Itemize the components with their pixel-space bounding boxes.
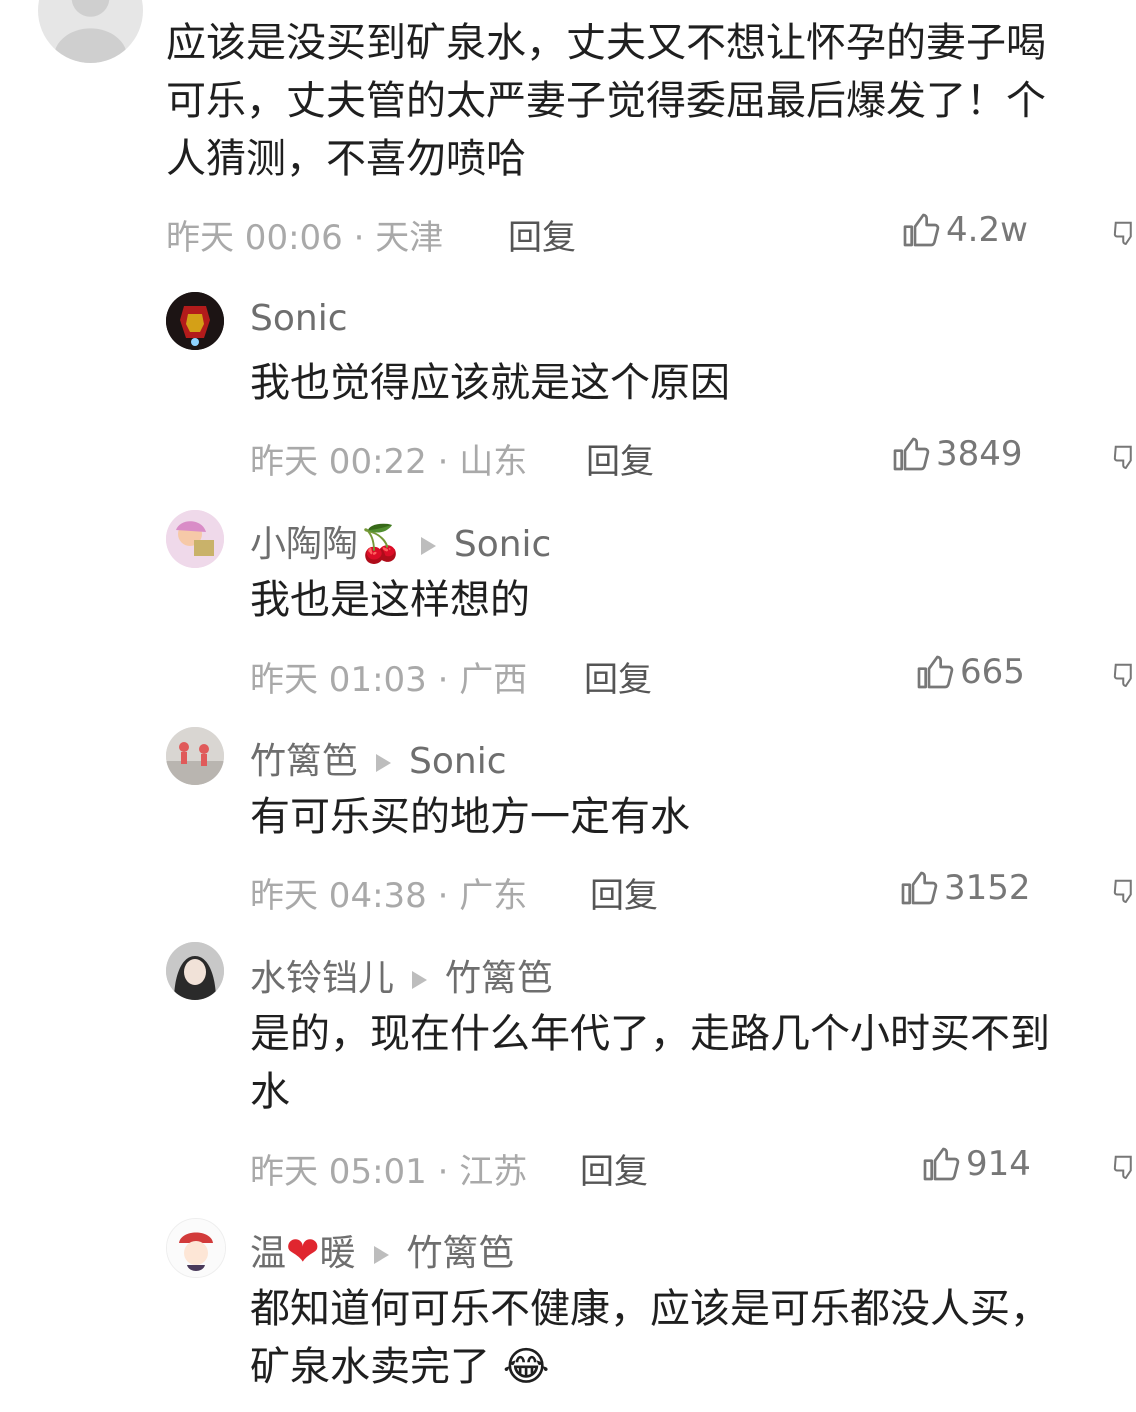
avatar[interactable] — [166, 942, 224, 1000]
like-count: 914 — [966, 1144, 1031, 1184]
reply-button[interactable]: 回复 — [584, 652, 652, 701]
username[interactable]: 温❤暖 竹篱笆 — [250, 1224, 515, 1276]
thumbs-up-icon — [903, 213, 940, 247]
avatar[interactable] — [166, 727, 224, 785]
reply-target[interactable]: Sonic — [454, 524, 552, 565]
username[interactable]: 竹篱笆 Sonic — [250, 732, 507, 784]
reply-to-arrow-icon — [412, 971, 428, 989]
comment-meta: 昨天 05:01 · 江苏 — [250, 1152, 528, 1192]
avatar[interactable] — [166, 1218, 226, 1278]
thumbs-down-icon[interactable] — [1112, 872, 1136, 912]
like-button[interactable]: 4.2w — [900, 210, 1028, 250]
username-text: 小陶陶 — [250, 524, 359, 565]
reply-target[interactable]: Sonic — [409, 741, 507, 782]
comment-text-line: 水 — [250, 1069, 290, 1115]
comment-text-line: 可乐，丈夫管的太严妻子觉得委屈最后爆发了！个 — [166, 78, 1046, 124]
thumbs-up-icon — [917, 655, 954, 689]
reply-to-arrow-icon — [420, 537, 436, 555]
cherry-icon: 🍒 — [358, 524, 403, 565]
comment-text-line: 我也是这样想的 — [250, 577, 530, 623]
comment-meta: 昨天 00:22 · 山东 — [250, 442, 528, 482]
avatar[interactable] — [166, 292, 224, 350]
username-text: 暖 — [319, 1233, 356, 1274]
like-button[interactable]: 914 — [920, 1144, 1031, 1184]
reply-button[interactable]: 回复 — [586, 434, 654, 483]
thumbs-down-icon[interactable] — [1112, 1148, 1136, 1188]
comment-meta: 昨天 00:06 · 天津 — [166, 218, 444, 258]
comment-text-line: 是的，现在什么年代了，走路几个小时买不到 — [250, 1011, 1050, 1057]
like-button[interactable]: 665 — [914, 652, 1025, 692]
comment-text: 矿泉水卖完了 — [250, 1344, 490, 1390]
like-button[interactable]: 3849 — [890, 434, 1023, 474]
thumbs-down-icon[interactable] — [1112, 438, 1136, 478]
avatar[interactable] — [38, 0, 143, 63]
heart-icon: ❤ — [286, 1229, 320, 1275]
thumbs-down-icon[interactable] — [1112, 214, 1136, 254]
avatar[interactable] — [166, 510, 224, 568]
like-count: 3849 — [936, 434, 1023, 474]
username-text: 温 — [250, 1233, 287, 1274]
comment-text-line: 都知道何可乐不健康，应该是可乐都没人买， — [250, 1286, 1050, 1332]
laughing-tears-emoji-icon: 😂 — [502, 1344, 550, 1390]
like-count: 665 — [960, 652, 1025, 692]
comment-meta: 昨天 01:03 · 广西 — [250, 660, 528, 700]
username[interactable]: Sonic — [250, 298, 348, 339]
reply-to-arrow-icon — [373, 1246, 389, 1264]
comment-meta: 昨天 04:38 · 广东 — [250, 876, 528, 916]
comment-text-line: 有可乐买的地方一定有水 — [250, 794, 690, 840]
username[interactable]: 水铃铛儿 竹篱笆 — [250, 949, 553, 1001]
thumbs-up-icon — [923, 1147, 960, 1181]
comment-text-line: 应该是没买到矿泉水，丈夫又不想让怀孕的妻子喝 — [166, 20, 1046, 66]
reply-to-arrow-icon — [376, 754, 392, 772]
username-text: 竹篱笆 — [250, 741, 359, 782]
like-button[interactable]: 3152 — [898, 868, 1031, 908]
username-text: 水铃铛儿 — [250, 958, 395, 999]
like-count: 3152 — [944, 868, 1031, 908]
reply-target[interactable]: 竹篱笆 — [445, 958, 553, 999]
thumbs-up-icon — [893, 437, 930, 471]
comment-text-line: 人猜测，不喜勿喷哈 — [166, 136, 526, 182]
comment-text-line: 我也觉得应该就是这个原因 — [250, 360, 730, 406]
thumbs-up-icon — [901, 871, 938, 905]
reply-button[interactable]: 回复 — [508, 210, 576, 259]
like-count: 4.2w — [946, 210, 1028, 250]
username[interactable]: 小陶陶🍒 Sonic — [250, 515, 551, 567]
reply-target[interactable]: 竹篱笆 — [407, 1233, 515, 1274]
thumbs-down-icon[interactable] — [1112, 656, 1136, 696]
reply-button[interactable]: 回复 — [590, 868, 658, 917]
comment-text-line: 矿泉水卖完了 😂 — [250, 1338, 549, 1396]
reply-button[interactable]: 回复 — [580, 1144, 648, 1193]
